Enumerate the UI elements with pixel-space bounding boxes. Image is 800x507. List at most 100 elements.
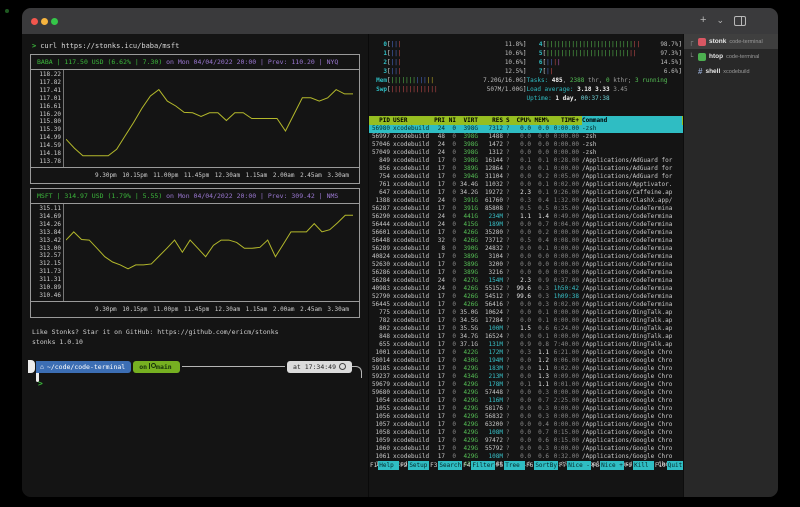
window-titlebar[interactable]: + ⌄ (22, 8, 778, 34)
cell-mem: 0.0 (534, 253, 549, 261)
process-row[interactable]: 56997xcodebuild480398G1488?0.00.00:00.00… (369, 133, 684, 141)
process-row[interactable]: 1057xcodebuild170429G63200?0.00.40:00.00… (369, 421, 684, 429)
process-row[interactable]: 52630xcodebuild170389G3200?0.00.00:00.00… (369, 261, 684, 269)
process-row[interactable]: 775xcodebuild17035.0G10624?0.00.10:00.00… (369, 309, 684, 317)
process-row[interactable]: 56286xcodebuild170389G3216?0.00.00:00.00… (369, 269, 684, 277)
shell-input-prompt[interactable]: > (38, 379, 368, 388)
cell-virt: 426G (459, 229, 478, 237)
header-cpu[interactable]: CPU% (515, 116, 531, 125)
process-row[interactable]: 59679xcodebuild170429G178M?0.11.10:01.00… (369, 381, 684, 389)
process-row[interactable]: 40824xcodebuild170389G3104?0.00.00:00.00… (369, 253, 684, 261)
stonks-terminal-pane[interactable]: >curl https://stonks.icu/baba/msft BABA … (22, 34, 368, 497)
process-row[interactable]: 1056xcodebuild170429G56832?0.00.30:00.00… (369, 413, 684, 421)
process-row[interactable]: 1060xcodebuild170429G55792?0.00.30:00.00… (369, 445, 684, 453)
process-row[interactable]: 647xcodebuild17034.2G19272?2.30.19:26.00… (369, 189, 684, 197)
fkey-f6[interactable]: F6SortBy (525, 461, 558, 470)
process-row[interactable]: 40983xcodebuild240426G55152?99.60.31h50:… (369, 285, 684, 293)
process-row[interactable]: 1061xcodebuild170429G108M?0.00.60:32.00/… (369, 453, 684, 461)
cell-pid: 56980 (371, 125, 390, 133)
chevron-down-icon[interactable]: ⌄ (716, 14, 724, 27)
header-virt[interactable]: VIRT (459, 116, 478, 125)
process-row[interactable]: 58014xcodebuild170430G194M?0.01.20:06.00… (369, 357, 684, 365)
process-row[interactable]: 1058xcodebuild170429G108M?0.00.70:15.00/… (369, 429, 684, 437)
process-row[interactable]: 59237xcodebuild170434G213M?0.01.30:09.00… (369, 373, 684, 381)
fkey-f2[interactable]: F2Setup (399, 461, 429, 470)
process-row[interactable]: 754xcodebuild170394G31104?0.00.20:05.00/… (369, 173, 684, 181)
process-row[interactable]: 56445xcodebuild170426G56416?0.00.30:02.0… (369, 301, 684, 309)
header-res[interactable]: RES (481, 116, 503, 125)
process-row[interactable]: 848xcodebuild17034.7G16524?0.00.10:00.00… (369, 333, 684, 341)
fkey-f4[interactable]: F4Filter (462, 461, 495, 470)
header-time[interactable]: TIME+ (552, 116, 579, 125)
minimize-button[interactable] (41, 18, 48, 25)
process-row[interactable]: 56448xcodebuild320426G73712?0.50.40:08.0… (369, 237, 684, 245)
process-row[interactable]: 1055xcodebuild170429G58176?0.00.30:00.00… (369, 405, 684, 413)
process-row[interactable]: 849xcodebuild170398G16144?0.10.10:28.00/… (369, 157, 684, 165)
fkey-f8[interactable]: F8Nice + (591, 461, 624, 470)
fkey-f5[interactable]: F5Tree (495, 461, 525, 470)
fkey-f7[interactable]: F7Nice - (558, 461, 591, 470)
header-mem[interactable]: MEM% (534, 116, 549, 125)
process-row[interactable]: 56601xcodebuild170426G35280?0.00.20:00.0… (369, 229, 684, 237)
header-pid[interactable]: PID (371, 116, 390, 125)
process-row[interactable]: 56444xcodebuild240415G189M?0.00.70:04.00… (369, 221, 684, 229)
traffic-lights (31, 18, 58, 25)
header-command[interactable]: Command (582, 116, 682, 125)
process-row[interactable]: 802xcodebuild17035.5G100M?1.50.66:24.00/… (369, 325, 684, 333)
session-item-stonk[interactable]: ┌stonkcode-terminal (684, 34, 778, 49)
meter-bar: ||||14.5% (546, 58, 678, 67)
process-row[interactable]: 761xcodebuild17034.4G11032?0.00.10:02.00… (369, 181, 684, 189)
fkey-f9[interactable]: F9Kill (624, 461, 654, 470)
cell-virt: 391G (459, 205, 478, 213)
process-row[interactable]: 52790xcodebuild170426G54512?99.60.31h09:… (369, 293, 684, 301)
cell-pri: 24 (434, 285, 445, 293)
htop-pane[interactable]: 0[|||11.8%]1[|||10.6%]2[|||10.6%]3[|||12… (368, 34, 684, 497)
header-ni[interactable]: NI (448, 116, 456, 125)
process-row[interactable]: 56287xcodebuild170391G85808?0.50.50:35.0… (369, 205, 684, 213)
process-row[interactable]: 1388xcodebuild240391G61760?0.30.41:32.00… (369, 197, 684, 205)
process-row[interactable]: 856xcodebuild170389G12864?0.00.10:00.00/… (369, 165, 684, 173)
process-row[interactable]: 56284xcodebuild240427G154M?2.30.90:37.00… (369, 277, 684, 285)
session-item-htop[interactable]: └htopcode-terminal (684, 49, 778, 64)
fkey-f1[interactable]: F1Help (369, 461, 399, 470)
cell-state: ? (506, 397, 512, 405)
fkey-number: F9 (624, 461, 633, 470)
header-pri[interactable]: PRI (434, 116, 445, 125)
process-table-header: PIDUSERPRINIVIRTRESSCPU%MEM%TIME+Command (369, 116, 684, 125)
process-row[interactable]: 782xcodebuild17034.5G17284?0.00.10:00.00… (369, 317, 684, 325)
cell-res: 16144 (481, 157, 503, 165)
fkey-f10[interactable]: F10Quit (654, 461, 684, 470)
process-row[interactable]: 57046xcodebuild240398G1472?0.00.00:00.00… (369, 141, 684, 149)
process-row[interactable]: 655xcodebuild17037.1G131M?0.90.87:40.00/… (369, 341, 684, 349)
cell-user: xcodebuild (393, 213, 431, 221)
process-row[interactable]: 1001xcodebuild170422G172M?0.31.16:21.00/… (369, 349, 684, 357)
cell-user: xcodebuild (393, 221, 431, 229)
process-row[interactable]: 56289xcodebuild80390G24832?0.00.10:00.00… (369, 245, 684, 253)
cell-pri: 17 (434, 181, 445, 189)
cell-time: 0:00.00 (552, 125, 579, 133)
clock-icon (339, 363, 346, 370)
cell-pri: 24 (434, 277, 445, 285)
split-layout-icon[interactable] (734, 16, 746, 26)
process-row[interactable]: 59185xcodebuild170429G183M?0.01.10:02.00… (369, 365, 684, 373)
header-state[interactable]: S (506, 116, 512, 125)
cell-mem: 0.2 (534, 229, 549, 237)
header-user[interactable]: USER (393, 116, 431, 125)
add-session-icon[interactable]: + (700, 14, 706, 27)
process-row[interactable]: 1059xcodebuild170429G97472?0.00.60:15.00… (369, 437, 684, 445)
cell-ni: 0 (448, 389, 456, 397)
process-row[interactable]: 57049xcodebuild240398G1312?0.00.00:00.00… (369, 149, 684, 157)
fkey-f3[interactable]: F3Search (429, 461, 462, 470)
process-row[interactable]: 1054xcodebuild170429G116M?0.00.72:25.00/… (369, 397, 684, 405)
process-row[interactable]: 56290xcodebuild240441G234M?1.11.40:49.00… (369, 213, 684, 221)
cell-pid: 59679 (371, 381, 390, 389)
zoom-button[interactable] (51, 18, 58, 25)
session-item-shell[interactable]: #shellxcodebuild (684, 64, 778, 79)
fkey-label: Quit (667, 461, 684, 470)
process-row[interactable]: 56980xcodebuild240398G7312?0.00.00:00.00… (369, 125, 684, 133)
cpu-meter-6: 6[||||14.5%] (527, 58, 683, 67)
process-row[interactable]: 59680xcodebuild170429G57448?0.00.30:00.0… (369, 389, 684, 397)
y-tick-label: 314.69 (31, 214, 61, 220)
cell-command: /Applications/Google Chro (582, 421, 682, 429)
close-button[interactable] (31, 18, 38, 25)
